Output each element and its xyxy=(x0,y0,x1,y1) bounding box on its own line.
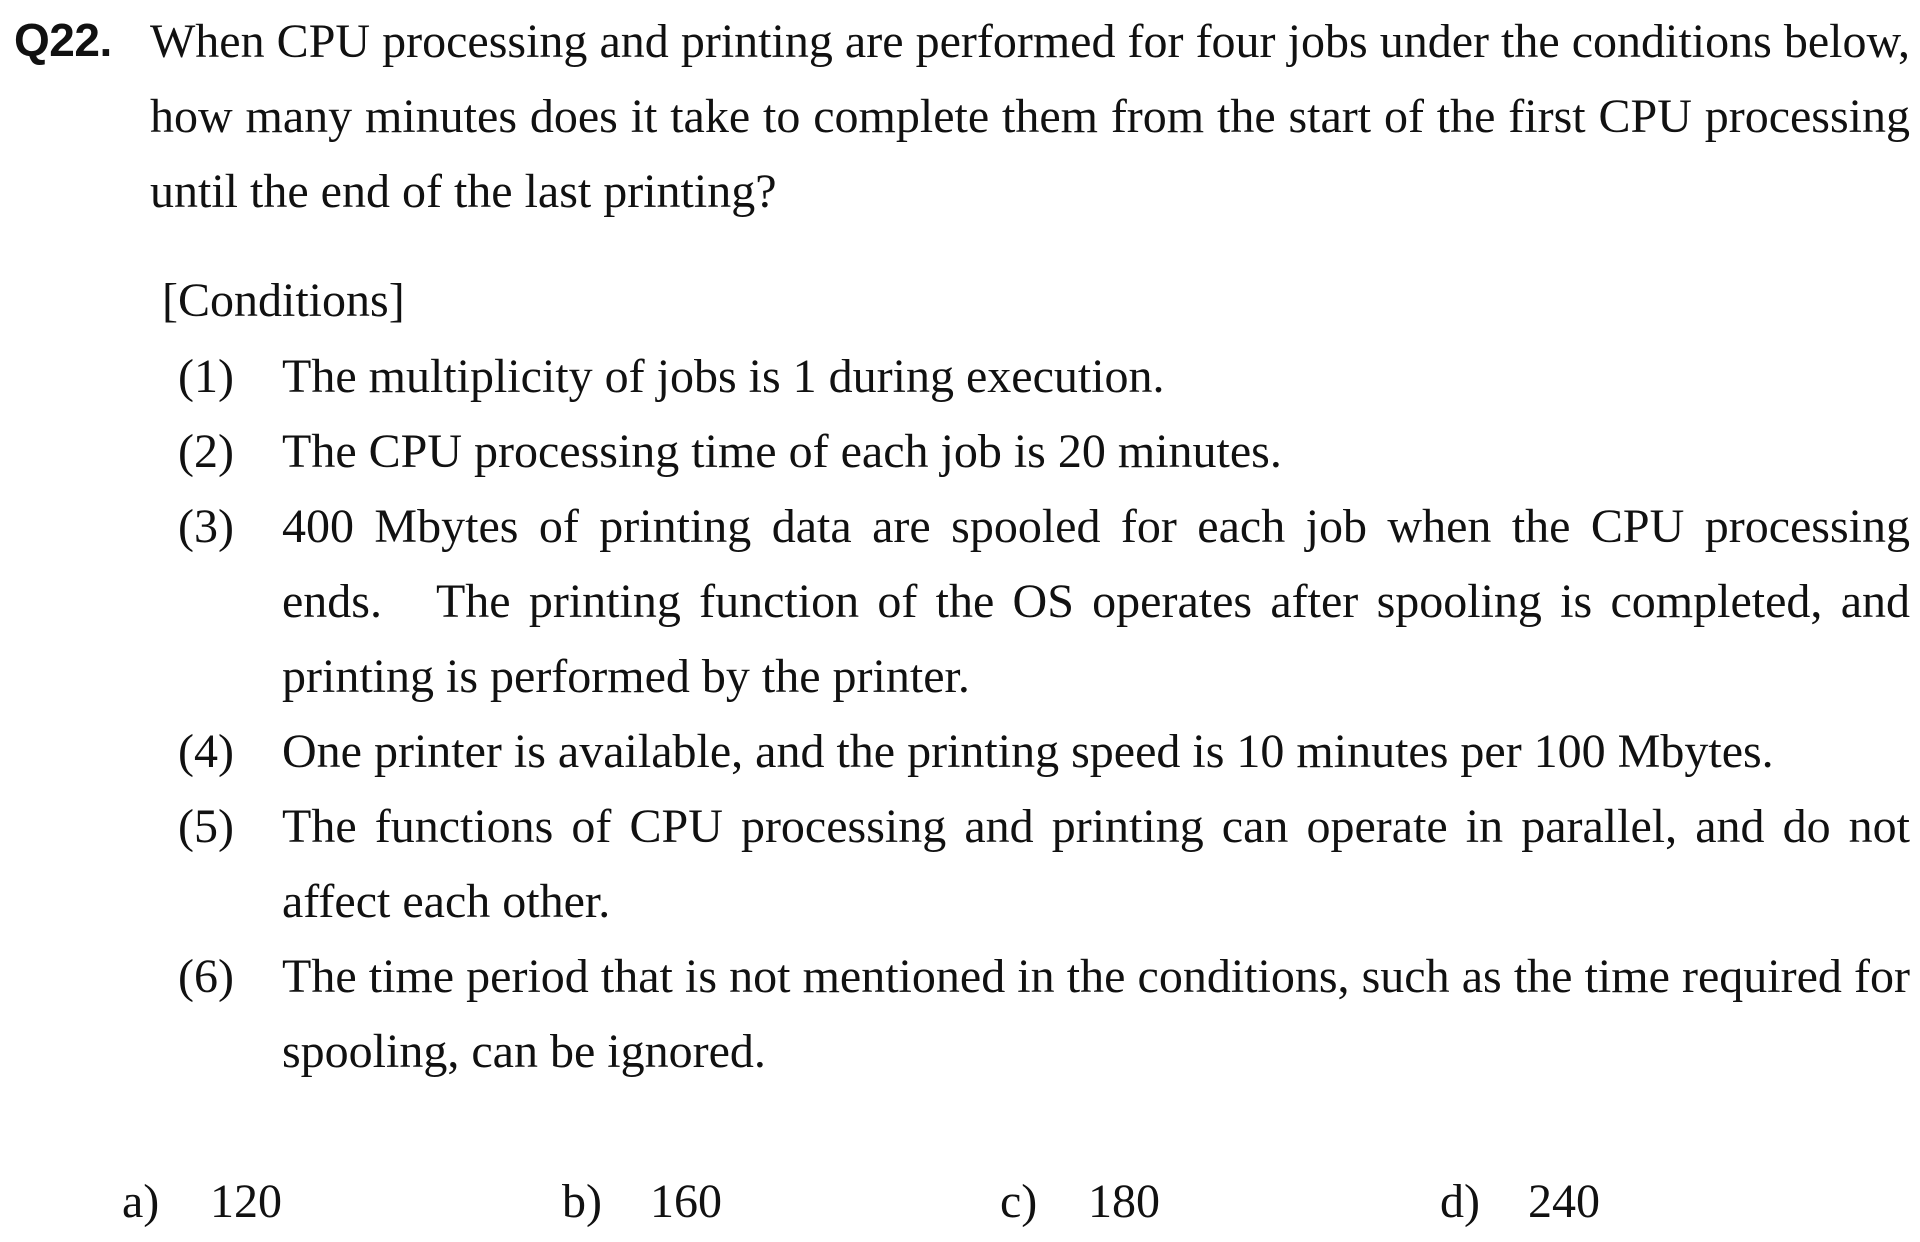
conditions-list: (1) The multiplicity of jobs is 1 during… xyxy=(178,339,1910,1089)
choice-letter: d) xyxy=(1440,1175,1480,1228)
question-text: When CPU processing and printing are per… xyxy=(150,15,1910,218)
condition-text: The time period that is not mentioned in… xyxy=(282,950,1910,1078)
condition-number: (1) xyxy=(178,350,234,403)
choice-value: 180 xyxy=(1088,1175,1160,1228)
condition-text: The functions of CPU processing and prin… xyxy=(282,800,1910,928)
answer-choices: a) 120 b) 160 c) 180 d) 240 xyxy=(122,1164,1882,1239)
conditions-heading: [Conditions] xyxy=(162,274,405,327)
choice-a[interactable]: a) 120 xyxy=(122,1164,282,1239)
condition-item-6: (6) The time period that is not mentione… xyxy=(178,939,1910,1089)
condition-item-5: (5) The functions of CPU processing and … xyxy=(178,789,1910,939)
condition-text: 400 Mbytes of printing data are spooled … xyxy=(282,500,1910,703)
condition-text: One printer is available, and the printi… xyxy=(282,725,1774,778)
condition-number: (6) xyxy=(178,950,234,1003)
condition-number: (2) xyxy=(178,425,234,478)
choice-letter: a) xyxy=(122,1175,160,1228)
choice-c[interactable]: c) 180 xyxy=(1000,1164,1160,1239)
condition-text: The multiplicity of jobs is 1 during exe… xyxy=(282,350,1165,403)
choice-value: 160 xyxy=(650,1175,722,1228)
condition-item-3: (3) 400 Mbytes of printing data are spoo… xyxy=(178,489,1910,714)
condition-text: The CPU processing time of each job is 2… xyxy=(282,425,1282,478)
choice-letter: b) xyxy=(562,1175,602,1228)
choice-value: 240 xyxy=(1528,1175,1600,1228)
condition-item-4: (4) One printer is available, and the pr… xyxy=(178,714,1910,789)
condition-number: (4) xyxy=(178,725,234,778)
condition-item-1: (1) The multiplicity of jobs is 1 during… xyxy=(178,339,1910,414)
condition-item-2: (2) The CPU processing time of each job … xyxy=(178,414,1910,489)
choice-b[interactable]: b) 160 xyxy=(562,1164,722,1239)
choice-d[interactable]: d) 240 xyxy=(1440,1164,1600,1239)
question-number: Q22. xyxy=(14,14,112,66)
condition-number: (3) xyxy=(178,500,234,553)
condition-number: (5) xyxy=(178,800,234,853)
choice-letter: c) xyxy=(1000,1175,1038,1228)
choice-value: 120 xyxy=(210,1175,282,1228)
